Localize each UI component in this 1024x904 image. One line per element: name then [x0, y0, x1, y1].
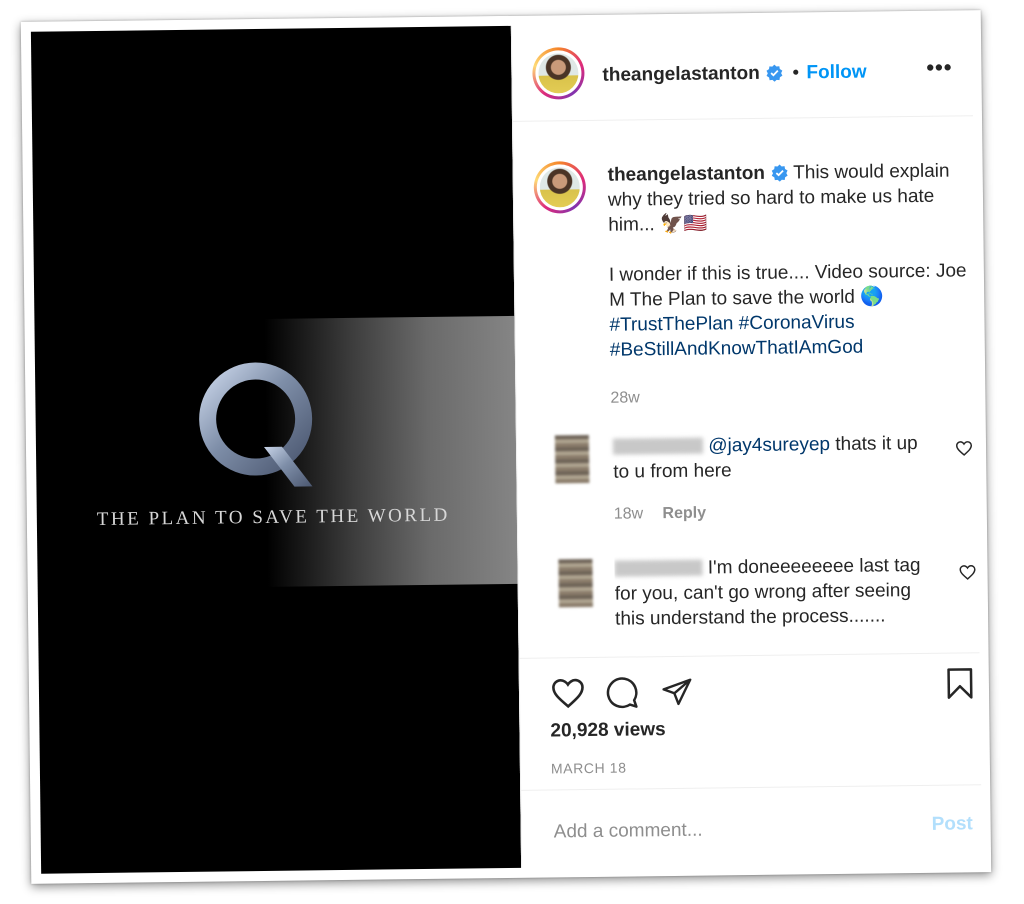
post-caption: theangelastanton This would explain why … — [608, 158, 971, 410]
header-username-link[interactable]: theangelastanton — [602, 63, 783, 87]
caption-age: 28w — [610, 389, 640, 407]
add-comment-row: Post — [521, 784, 983, 869]
add-comment-input[interactable] — [551, 816, 886, 845]
like-heart-icon[interactable] — [550, 677, 586, 709]
post-date: MARCH 18 — [550, 759, 627, 777]
hashtag-corona-virus[interactable]: #CoronaVirus — [739, 312, 855, 334]
comment-1: @jay4sureyep thats it up to u from here … — [612, 431, 934, 527]
header-username: theangelastanton — [602, 62, 760, 86]
q-logo-letter: Q — [185, 359, 186, 361]
caption-author-avatar[interactable] — [533, 161, 587, 214]
caption-line-2: I wonder if this is true.... Video sourc… — [608, 260, 967, 311]
hashtag-trust-the-plan[interactable]: #TrustThePlan — [609, 313, 733, 336]
action-bar-divider — [519, 652, 980, 659]
comment-username-blurred[interactable] — [614, 559, 703, 577]
post-comment-button[interactable]: Post — [932, 813, 973, 836]
comment-bubble-icon[interactable] — [604, 675, 640, 709]
comment-2-like-heart-icon[interactable] — [958, 564, 976, 580]
verified-badge-icon — [766, 64, 782, 82]
caption-username[interactable]: theangelastanton — [608, 163, 766, 186]
comment-1-age: 18w — [613, 505, 644, 523]
comment-avatar-blurred[interactable] — [554, 434, 590, 484]
save-bookmark-icon[interactable] — [946, 666, 974, 700]
view-count: 20,928 views — [550, 719, 666, 742]
share-send-icon[interactable] — [660, 676, 694, 708]
comment-1-like-heart-icon[interactable] — [955, 440, 973, 456]
caption-verified-badge-icon — [771, 164, 788, 182]
hashtag-be-still[interactable]: #BeStillAndKnowThatIAmGod — [610, 337, 864, 361]
comment-2: I'm doneeeeeeee last tag for you, can't … — [614, 553, 935, 647]
comment-username-blurred[interactable] — [612, 437, 704, 455]
comment-avatar-blurred[interactable] — [558, 558, 593, 608]
author-avatar[interactable] — [532, 47, 585, 100]
comment-mention[interactable]: @jay4sureyep — [708, 434, 830, 456]
more-options-icon[interactable]: ••• — [926, 55, 952, 81]
header-separator: • — [792, 62, 800, 84]
q-logo: Q — [185, 358, 337, 505]
reply-button[interactable]: Reply — [662, 505, 706, 523]
follow-button[interactable]: Follow — [806, 62, 866, 85]
instagram-post-card: Q THE PLAN TO SAVE THE WORLD theangelast… — [20, 10, 992, 884]
video-media[interactable]: Q THE PLAN TO SAVE THE WORLD — [30, 25, 522, 874]
post-header: theangelastanton • Follow ••• — [511, 20, 973, 122]
post-side-panel: theangelastanton • Follow ••• theangelas… — [510, 20, 983, 869]
